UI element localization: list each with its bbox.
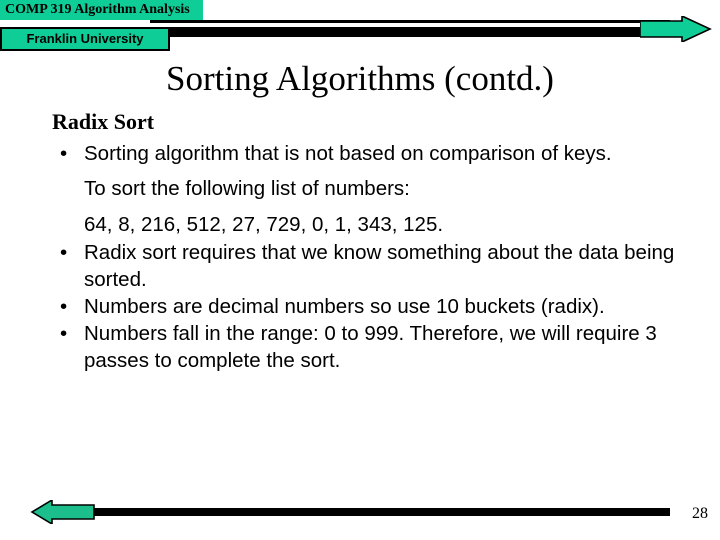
arrow-left-icon[interactable] bbox=[30, 498, 96, 526]
list-item-text: Numbers are decimal numbers so use 10 bu… bbox=[84, 295, 605, 318]
bullet-list: • Sorting algorithm that is not based on… bbox=[52, 140, 692, 374]
bullet-dot-icon: • bbox=[60, 241, 68, 264]
arrow-right-icon[interactable] bbox=[639, 14, 712, 44]
course-tag: COMP 319 Algorithm Analysis bbox=[0, 0, 203, 20]
banner-rule-thin bbox=[150, 20, 670, 23]
list-item: • Numbers are decimal numbers so use 10 … bbox=[52, 293, 692, 320]
list-item-text: Sorting algorithm that is not based on c… bbox=[84, 142, 612, 165]
page-title: Sorting Algorithms (contd.) bbox=[166, 59, 554, 98]
university-tag: Franklin University bbox=[0, 27, 170, 51]
footer-rule bbox=[72, 508, 670, 516]
list-item-text: Numbers fall in the range: 0 to 999. The… bbox=[84, 322, 657, 372]
bullet-dot-icon: • bbox=[60, 295, 68, 318]
bullet-dot-icon: • bbox=[60, 322, 68, 345]
sub-text-intro: To sort the following list of numbers: bbox=[84, 177, 410, 200]
list-item-text: Radix sort requires that we know somethi… bbox=[84, 241, 675, 291]
footer: 28 bbox=[0, 494, 720, 540]
list-item: • Numbers fall in the range: 0 to 999. T… bbox=[52, 320, 692, 374]
list-item: • Radix sort requires that we know somet… bbox=[52, 239, 692, 293]
slide-body: Radix Sort • Sorting algorithm that is n… bbox=[52, 108, 692, 374]
sub-text-number-list: 64, 8, 216, 512, 27, 729, 0, 1, 343, 125… bbox=[84, 213, 444, 236]
list-item: • Sorting algorithm that is not based on… bbox=[52, 140, 692, 167]
section-subheading: Radix Sort bbox=[52, 109, 155, 134]
page-number: 28 bbox=[692, 505, 708, 522]
top-banner: COMP 319 Algorithm Analysis Franklin Uni… bbox=[0, 0, 720, 56]
bullet-dot-icon: • bbox=[60, 142, 68, 165]
